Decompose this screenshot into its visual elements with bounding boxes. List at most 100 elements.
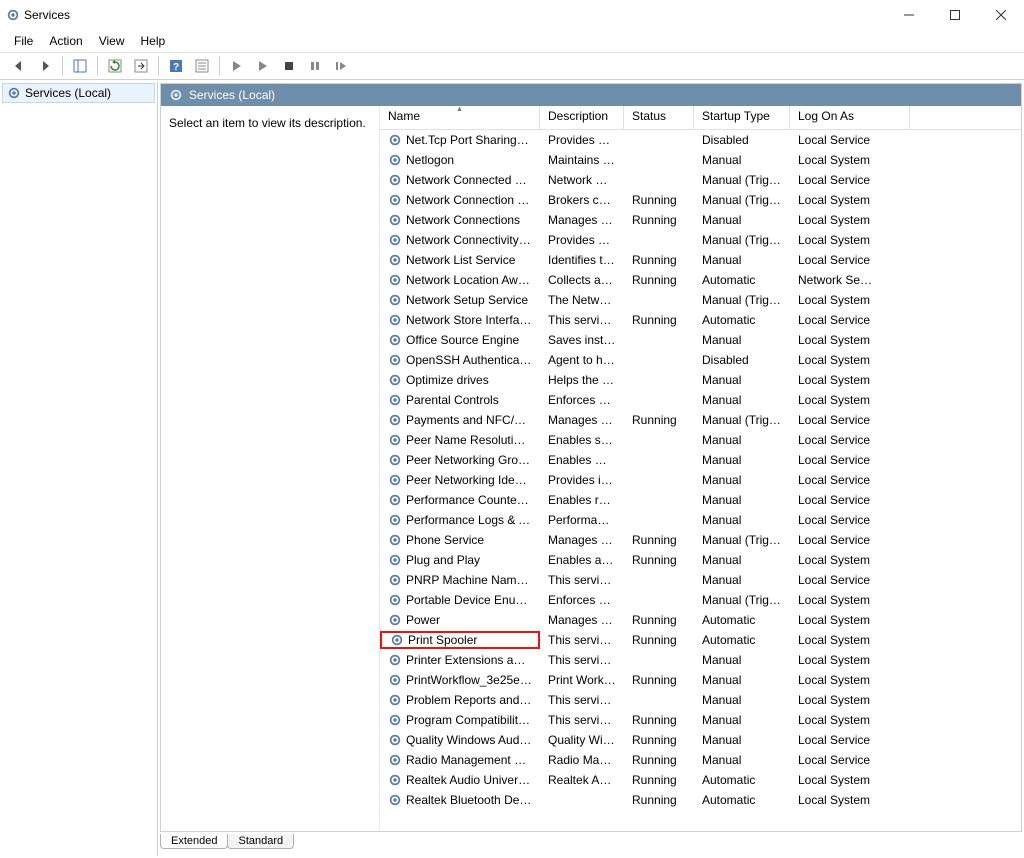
minimize-button[interactable] xyxy=(886,0,932,30)
service-row[interactable]: Performance Logs & AlertsPerformance…Man… xyxy=(380,510,1021,530)
service-name: Optimize drives xyxy=(406,373,532,387)
service-row[interactable]: Optimize drivesHelps the co…ManualLocal … xyxy=(380,370,1021,390)
service-icon xyxy=(388,573,402,587)
main-area: Services (Local) Services (Local) Select… xyxy=(0,80,1024,856)
service-row[interactable]: Problem Reports and Soluti…This service … xyxy=(380,690,1021,710)
service-row[interactable]: Network Connectivity Assist…Provides Dir… xyxy=(380,230,1021,250)
service-row[interactable]: Peer Networking Identity M…Provides ide…… xyxy=(380,470,1021,490)
pause-service-button[interactable] xyxy=(304,55,326,77)
close-button[interactable] xyxy=(978,0,1024,30)
service-row[interactable]: Net.Tcp Port Sharing ServiceProvides abi… xyxy=(380,130,1021,150)
service-log-on-as: Local System xyxy=(790,293,910,307)
service-row[interactable]: Network Connection BrokerBrokers con…Run… xyxy=(380,190,1021,210)
back-button[interactable] xyxy=(8,55,30,77)
service-row[interactable]: Performance Counter DLL H…Enables rem…Ma… xyxy=(380,490,1021,510)
menu-help[interactable]: Help xyxy=(133,32,174,50)
service-row[interactable]: OpenSSH Authentication Ag…Agent to hol…D… xyxy=(380,350,1021,370)
service-row[interactable]: Realtek Bluetooth Device M…RunningAutoma… xyxy=(380,790,1021,810)
service-name-cell: Realtek Audio Universal Serv… xyxy=(380,773,540,787)
service-row[interactable]: PrintWorkflow_3e25e12Print Workfl…Runnin… xyxy=(380,670,1021,690)
service-startup-type: Manual (Trigg… xyxy=(694,413,790,427)
service-name-cell: Network Connected Devices … xyxy=(380,173,540,187)
service-name-cell: Network List Service xyxy=(380,253,540,267)
service-row[interactable]: Print SpoolerThis service …RunningAutoma… xyxy=(380,630,1021,650)
column-header-description[interactable]: Description xyxy=(540,106,624,129)
service-description: Provides abil… xyxy=(540,133,624,147)
service-name-cell: Phone Service xyxy=(380,533,540,547)
column-header-startup-type[interactable]: Startup Type xyxy=(694,106,790,129)
tab-standard[interactable]: Standard xyxy=(227,834,294,849)
service-status: Running xyxy=(624,753,694,767)
service-icon xyxy=(388,613,402,627)
service-description: This service … xyxy=(540,693,624,707)
service-status: Running xyxy=(624,413,694,427)
service-row[interactable]: Program Compatibility Assis…This service… xyxy=(380,710,1021,730)
restart-service-button[interactable] xyxy=(330,55,352,77)
service-name: Phone Service xyxy=(406,533,532,547)
service-row[interactable]: Payments and NFC/SE Mana…Manages pa…Runn… xyxy=(380,410,1021,430)
service-row[interactable]: Network Location AwarenessCollects and …… xyxy=(380,270,1021,290)
service-row[interactable]: Radio Management ServiceRadio Mana…Runni… xyxy=(380,750,1021,770)
show-hide-tree-button[interactable] xyxy=(69,55,91,77)
service-row[interactable]: Network Store Interface Serv… This servic… xyxy=(380,310,1021,330)
tree-item-services-local[interactable]: Services (Local) xyxy=(2,83,155,103)
menu-view[interactable]: View xyxy=(91,32,133,50)
service-startup-type: Manual xyxy=(694,373,790,387)
service-name: Network Store Interface Serv… xyxy=(406,313,532,327)
service-row[interactable]: Network List ServiceIdentifies th…Runnin… xyxy=(380,250,1021,270)
column-header-log-on-as[interactable]: Log On As xyxy=(790,106,910,129)
service-row[interactable]: Network ConnectionsManages ob…RunningMan… xyxy=(380,210,1021,230)
help-button[interactable]: ? xyxy=(165,55,187,77)
service-row[interactable]: NetlogonMaintains a …ManualLocal System xyxy=(380,150,1021,170)
tab-extended[interactable]: Extended xyxy=(160,834,228,849)
start-service-alt-button[interactable] xyxy=(252,55,274,77)
service-row[interactable]: PowerManages po…RunningAutomaticLocal Sy… xyxy=(380,610,1021,630)
service-name: OpenSSH Authentication Ag… xyxy=(406,353,532,367)
service-row[interactable]: Realtek Audio Universal Serv…Realtek Aud… xyxy=(380,770,1021,790)
menu-action[interactable]: Action xyxy=(41,32,90,50)
forward-button[interactable] xyxy=(34,55,56,77)
service-row[interactable]: Printer Extensions and Notifi…This servi… xyxy=(380,650,1021,670)
service-name: Network Connections xyxy=(406,213,532,227)
service-description: Print Workfl… xyxy=(540,673,624,687)
service-row[interactable]: Quality Windows Audio Vid…Quality Win…Ru… xyxy=(380,730,1021,750)
service-row[interactable]: Peer Networking GroupingEnables mul…Manu… xyxy=(380,450,1021,470)
service-description: Enables mul… xyxy=(540,453,624,467)
service-name: Power xyxy=(406,613,532,627)
menu-file[interactable]: File xyxy=(6,32,41,50)
gear-icon xyxy=(169,88,183,102)
service-log-on-as: Local System xyxy=(790,633,910,647)
service-row[interactable]: Phone ServiceManages th…RunningManual (T… xyxy=(380,530,1021,550)
maximize-button[interactable] xyxy=(932,0,978,30)
service-description: Enables rem… xyxy=(540,493,624,507)
service-log-on-as: Local System xyxy=(790,653,910,667)
services-list[interactable]: Name Description Status Startup Type Log… xyxy=(379,106,1021,831)
service-startup-type: Manual (Trigg… xyxy=(694,193,790,207)
export-list-button[interactable] xyxy=(130,55,152,77)
service-row[interactable]: Peer Name Resolution Proto…Enables serv…… xyxy=(380,430,1021,450)
service-description: Manages ob… xyxy=(540,213,624,227)
service-row[interactable]: Network Setup ServiceThe Network…Manual … xyxy=(380,290,1021,310)
service-row[interactable]: Plug and PlayEnables a co…RunningManualL… xyxy=(380,550,1021,570)
service-row[interactable]: Office Source EngineSaves install…Manual… xyxy=(380,330,1021,350)
service-description: This service … xyxy=(540,313,624,327)
service-row[interactable]: Network Connected Devices …Network Co…Ma… xyxy=(380,170,1021,190)
service-log-on-as: Local System xyxy=(790,353,910,367)
column-header-name[interactable]: Name xyxy=(380,106,540,129)
refresh-button[interactable] xyxy=(104,55,126,77)
stop-service-button[interactable] xyxy=(278,55,300,77)
tree-pane[interactable]: Services (Local) xyxy=(0,81,158,856)
service-startup-type: Manual xyxy=(694,753,790,767)
service-startup-type: Manual xyxy=(694,333,790,347)
service-row[interactable]: PNRP Machine Name Public…This service …M… xyxy=(380,570,1021,590)
service-name-cell: Power xyxy=(380,613,540,627)
service-row[interactable]: Parental ControlsEnforces par…ManualLoca… xyxy=(380,390,1021,410)
service-icon xyxy=(388,493,402,507)
column-header-status[interactable]: Status xyxy=(624,106,694,129)
service-name-cell: Performance Logs & Alerts xyxy=(380,513,540,527)
service-icon xyxy=(388,313,402,327)
service-name: Realtek Bluetooth Device M… xyxy=(406,793,532,807)
properties-button[interactable] xyxy=(191,55,213,77)
service-row[interactable]: Portable Device Enumerator …Enforces gro… xyxy=(380,590,1021,610)
start-service-button[interactable] xyxy=(226,55,248,77)
